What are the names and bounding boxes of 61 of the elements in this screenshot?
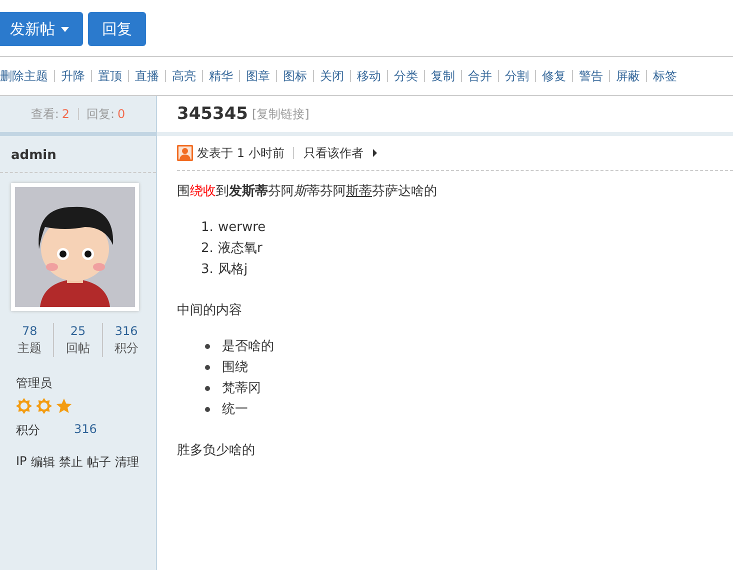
stat-count[interactable]: 78 [22,323,38,340]
stat-label: 回帖 [66,340,90,357]
moderation-link[interactable]: 分类 [394,68,418,84]
moderation-link[interactable]: 复制 [431,68,455,84]
moderation-link[interactable]: 置顶 [98,68,122,84]
list-item: 统一 [222,401,248,419]
bullet-icon [205,365,210,370]
moderation-link[interactable]: 分割 [505,68,529,84]
bullet-icon [205,386,210,391]
moderation-link[interactable]: 关闭 [320,68,344,84]
admin-link[interactable]: IP [16,454,27,471]
post-paragraph: 胜多负少啥的 [177,442,256,460]
author-name[interactable]: admin [0,136,156,173]
replies-label: 回复: [86,106,115,122]
admin-link[interactable]: 帖子 [86,454,111,471]
moderation-link[interactable]: 移动 [357,68,381,84]
thread-title: 345345 [177,104,248,124]
post-time: 发表于 1 小时前 [197,144,284,162]
moderation-link[interactable]: 修复 [542,68,566,84]
moderation-link[interactable]: 直播 [135,68,159,84]
list-item: werwre [218,219,266,237]
points-label: 积分 [16,422,41,439]
admin-link[interactable]: 清理 [114,454,139,471]
moderation-link[interactable]: 升降 [61,68,85,84]
points-value[interactable]: 316 [74,422,97,439]
stat-count[interactable]: 25 [70,323,86,340]
views-label: 查看: [30,106,59,122]
moderation-link[interactable]: 图章 [246,68,270,84]
moderation-link[interactable]: 警告 [579,68,603,84]
views-count: 2 [62,107,70,121]
list-number: 3. [201,261,214,279]
moderation-link[interactable]: 高亮 [172,68,196,84]
list-item: 梵蒂冈 [222,380,261,398]
list-item: 液态氧r [218,240,262,258]
admin-link[interactable]: 禁止 [58,454,83,471]
user-icon [177,145,193,161]
moderation-link[interactable]: 图标 [283,68,307,84]
bullet-icon [205,407,210,412]
post-paragraph: 中间的内容 [177,302,243,320]
list-number: 2. [201,240,214,258]
list-number: 1. [201,219,214,237]
list-item: 风格j [218,261,248,279]
stat-count[interactable]: 316 [114,323,138,340]
moderation-link[interactable]: 屏蔽 [616,68,640,84]
bullet-icon [205,344,210,349]
triangle-icon [373,149,378,157]
admin-link[interactable]: 编辑 [30,454,55,471]
list-item: 是否啥的 [222,338,274,356]
replies-count: 0 [118,107,126,121]
reply-button[interactable]: 回复 [88,12,146,46]
user-group[interactable]: 管理员 [16,375,156,392]
moderation-link[interactable]: 合并 [468,68,492,84]
post-paragraph: 围绕收到发斯蒂芬阿斯蒂芬阿斯蒂芬萨达啥的 [177,183,438,201]
moderation-link[interactable]: 标签 [653,68,677,84]
moderation-link[interactable]: 精华 [209,68,233,84]
stat-label: 主题 [18,340,42,357]
author-only-link[interactable]: 只看该作者 [303,144,364,162]
moderation-link[interactable]: 删除主题 [0,68,48,84]
list-item: 围绕 [222,359,248,377]
stat-label: 积分 [114,340,138,357]
new-post-button[interactable]: 发新帖 [0,12,83,46]
